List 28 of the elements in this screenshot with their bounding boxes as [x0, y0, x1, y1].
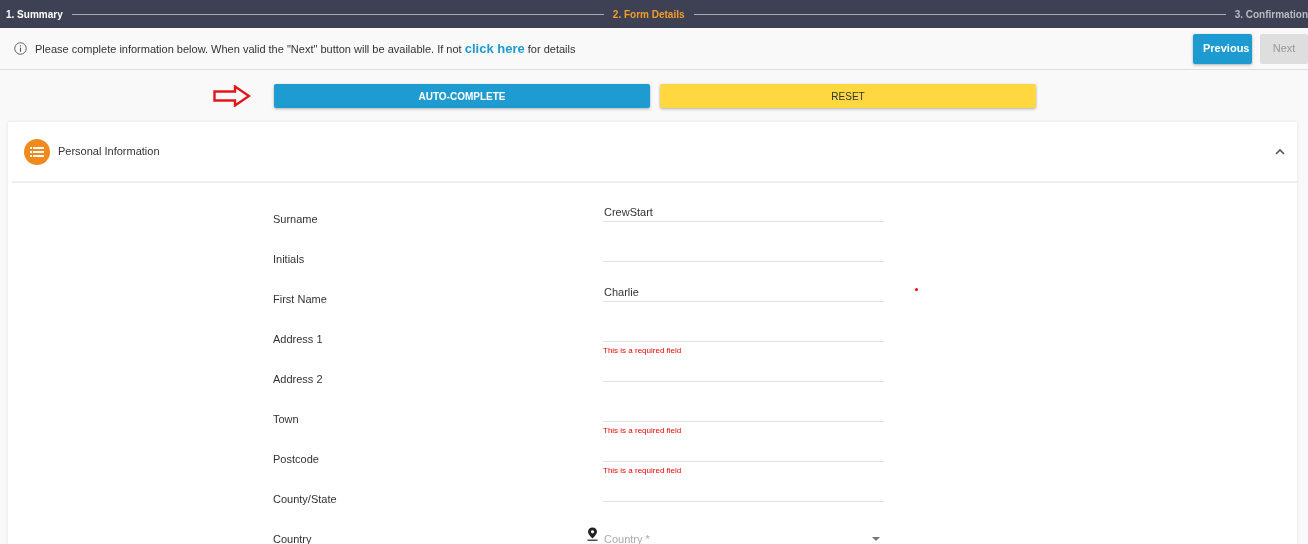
previous-button[interactable]: Previous — [1193, 33, 1252, 64]
field-label: Address 1 — [273, 332, 324, 347]
field-label: Initials — [273, 252, 306, 267]
reset-button[interactable]: RESET — [660, 84, 1036, 108]
input-field[interactable]: Charlie — [603, 283, 884, 302]
field-label: Town — [273, 412, 300, 427]
section-icon — [24, 138, 50, 165]
error-message: This is a required field — [603, 346, 683, 356]
field-label: Address 2 — [273, 372, 324, 387]
auto-complete-button[interactable]: AUTO-COMPLETE — [274, 84, 650, 108]
input-field[interactable]: CrewStart — [603, 203, 884, 222]
dropdown-caret-icon[interactable] — [872, 537, 880, 541]
step-label[interactable]: 3. Confirmation — [1234, 6, 1308, 22]
info-message: Please complete information below. When valid the "Next" button will be available. If not click here for details — [35, 39, 576, 58]
step-label[interactable]: 2. Form Details — [612, 6, 685, 22]
error-message: This is a required field — [603, 466, 683, 476]
step-label[interactable]: 1. Summary — [6, 6, 63, 22]
field-label: County/State — [273, 492, 338, 507]
location-pin-icon — [587, 527, 598, 541]
arrow-icon — [213, 85, 251, 107]
field-label: Surname — [273, 212, 319, 227]
section-title: Personal Information — [58, 144, 160, 160]
info-icon — [14, 42, 27, 55]
collapse-icon[interactable] — [1275, 148, 1285, 155]
error-message: This is a required field — [603, 426, 683, 436]
details-link[interactable]: click here — [464, 40, 525, 56]
field-label: First Name — [273, 292, 328, 307]
field-label: Postcode — [273, 452, 320, 467]
